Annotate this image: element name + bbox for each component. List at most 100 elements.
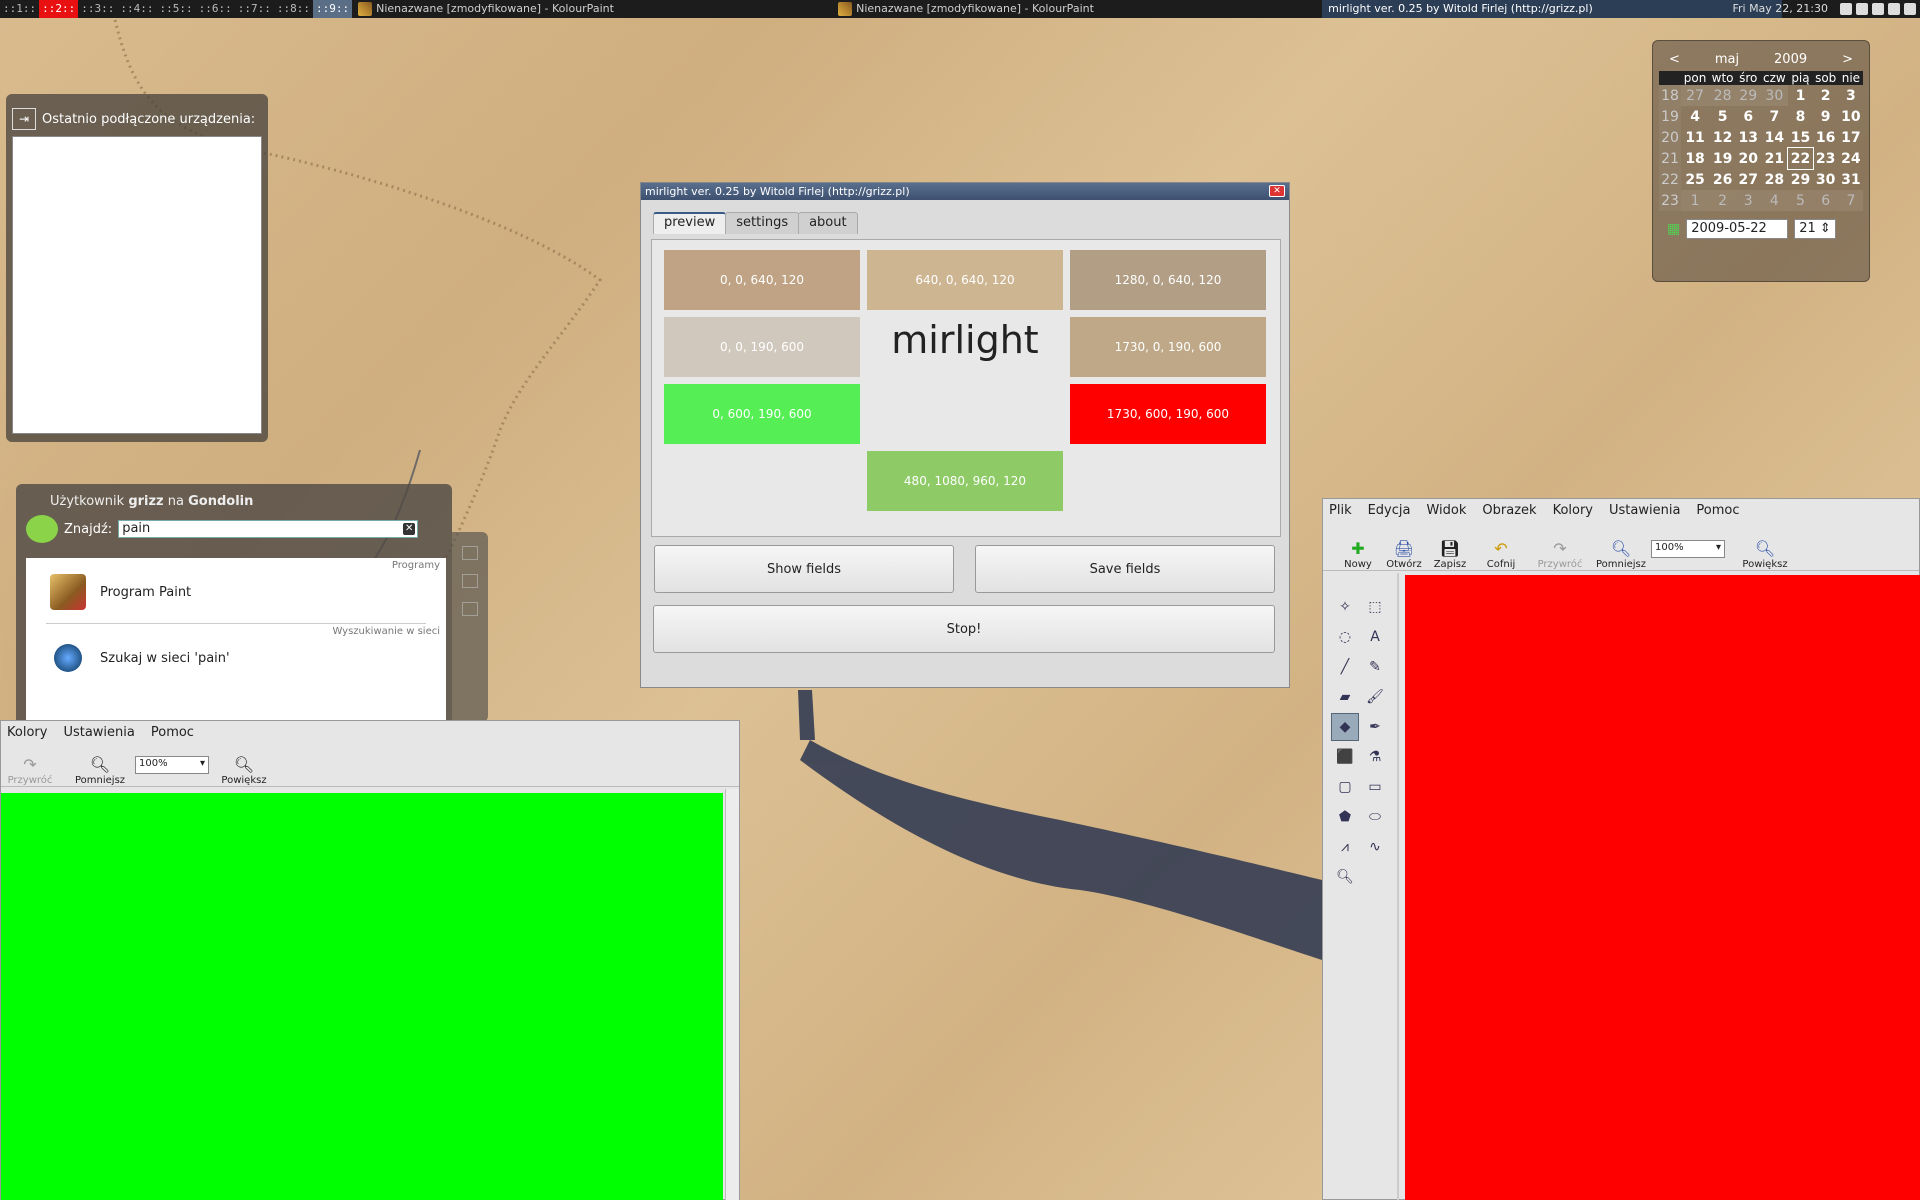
ellipse-select-icon[interactable]: ◌ — [1331, 623, 1359, 651]
clock[interactable]: Fri May 22, 21:30 — [1732, 0, 1828, 18]
polyline-icon[interactable]: ⩘ — [1331, 833, 1359, 861]
calendar-day[interactable]: 3 — [1839, 85, 1863, 106]
calendar-day[interactable]: 31 — [1839, 169, 1863, 190]
calendar-day[interactable]: 10 — [1839, 106, 1863, 127]
open-button[interactable]: 🖨︎ Otwórz — [1381, 537, 1427, 571]
text-icon[interactable]: A — [1361, 623, 1389, 651]
tray-monitor-icon[interactable] — [1840, 3, 1852, 15]
rounded-rect-icon[interactable]: ▢ — [1331, 773, 1359, 801]
calendar-day[interactable]: 24 — [1839, 148, 1863, 169]
rectangle-icon[interactable]: ▭ — [1361, 773, 1389, 801]
calendar-day[interactable]: 2 — [1813, 85, 1839, 106]
workspace-1[interactable]: ::1:: — [0, 0, 39, 18]
calendar-day[interactable]: 4 — [1681, 106, 1709, 127]
zoom-icon[interactable]: 🔍︎ — [1331, 863, 1359, 891]
drawing-canvas[interactable] — [1405, 575, 1920, 1200]
calendar-day[interactable]: 21 — [1760, 148, 1788, 169]
eraser-icon[interactable]: ▰ — [1331, 683, 1359, 711]
month-label[interactable]: maj — [1715, 52, 1739, 67]
calendar-day[interactable]: 29 — [1788, 169, 1812, 190]
curve-icon[interactable]: ∿ — [1361, 833, 1389, 861]
stop-button[interactable]: Stop! — [653, 605, 1275, 653]
calendar-day[interactable]: 17 — [1839, 127, 1863, 148]
clear-icon[interactable]: ✕ — [403, 523, 416, 535]
save-button[interactable]: 💾︎ Zapisz — [1427, 537, 1473, 571]
polygon-icon[interactable]: ⬟ — [1331, 803, 1359, 831]
tab-preview[interactable]: preview — [653, 212, 727, 234]
calendar-day[interactable]: 14 — [1760, 127, 1788, 148]
calendar-day[interactable]: 8 — [1788, 106, 1812, 127]
workspace-7[interactable]: ::7:: — [235, 0, 274, 18]
zoom-out-button[interactable]: 🔍︎ Pomniejsz — [75, 753, 125, 787]
calendar-day[interactable]: 3 — [1736, 190, 1761, 211]
menu-kolory[interactable]: Kolory — [7, 725, 47, 740]
menu-plik[interactable]: Plik — [1329, 503, 1352, 518]
task-mirlight[interactable]: mirlight ver. 0.25 by Witold Firlej (htt… — [1322, 0, 1783, 18]
menu-kolory[interactable]: Kolory — [1553, 503, 1593, 518]
save-fields-button[interactable]: Save fields — [975, 545, 1275, 593]
workspace-6[interactable]: ::6:: — [196, 0, 235, 18]
drawing-canvas[interactable] — [1, 793, 723, 1200]
workspace-4[interactable]: ::4:: — [117, 0, 156, 18]
calendar-day[interactable]: 12 — [1709, 127, 1736, 148]
calendar-day[interactable]: 9 — [1813, 106, 1839, 127]
menu-pomoc[interactable]: Pomoc — [1696, 503, 1739, 518]
spraycan-icon[interactable]: ⚗ — [1361, 743, 1389, 771]
menu-ustawienia[interactable]: Ustawienia — [1609, 503, 1680, 518]
prev-month-button[interactable]: < — [1669, 52, 1680, 67]
device-list[interactable] — [12, 136, 262, 434]
result-web-search[interactable]: Szukaj w sieci 'pain' — [26, 637, 446, 679]
refresh-icon[interactable] — [462, 574, 478, 588]
ellipse-icon[interactable]: ⬭ — [1361, 803, 1389, 831]
calendar-day[interactable]: 4 — [1760, 190, 1789, 211]
tray-battery-icon[interactable] — [1872, 3, 1884, 15]
search-input[interactable]: pain ✕ — [118, 520, 419, 538]
workspace-8[interactable]: ::8:: — [274, 0, 313, 18]
tray-notes-icon[interactable] — [1904, 3, 1916, 15]
settings-wrench-icon[interactable] — [462, 602, 478, 616]
calendar-day[interactable]: 2 — [1709, 190, 1737, 211]
zoom-select[interactable]: 100% ▾ — [135, 756, 209, 774]
pencil-icon[interactable]: ✎ — [1361, 653, 1389, 681]
calendar-day[interactable]: 18 — [1681, 148, 1709, 169]
menu-ustawienia[interactable]: Ustawienia — [63, 725, 134, 740]
calendar-day[interactable]: 7 — [1760, 106, 1788, 127]
redo-button[interactable]: ↷ Przywróć — [5, 753, 55, 787]
calendar-day[interactable]: 27 — [1681, 85, 1710, 106]
calendar-day[interactable]: 29 — [1736, 85, 1761, 106]
line-icon[interactable]: ╱ — [1331, 653, 1359, 681]
date-field[interactable]: 2009-05-22 — [1686, 219, 1789, 239]
calendar-day[interactable]: 28 — [1760, 169, 1788, 190]
tab-about[interactable]: about — [798, 212, 858, 234]
calendar-day[interactable]: 5 — [1788, 190, 1813, 211]
free-form-select-icon[interactable]: ✧ — [1331, 593, 1359, 621]
calendar-day[interactable]: 23 — [1813, 148, 1839, 169]
calendar-day[interactable]: 30 — [1813, 169, 1839, 190]
tray-volume-icon[interactable] — [1856, 3, 1868, 15]
calendar-day[interactable]: 6 — [1736, 106, 1760, 127]
calendar-day[interactable]: 20 — [1736, 148, 1760, 169]
brush-icon[interactable]: 🖌︎ — [1361, 683, 1389, 711]
calendar-day[interactable]: 16 — [1813, 127, 1839, 148]
calendar-day[interactable]: 25 — [1681, 169, 1709, 190]
calendar-day[interactable]: 28 — [1709, 85, 1737, 106]
calendar-day[interactable]: 5 — [1709, 106, 1736, 127]
menu-obrazek[interactable]: Obrazek — [1482, 503, 1536, 518]
workspace-5[interactable]: ::5:: — [157, 0, 196, 18]
close-icon[interactable]: ✕ — [1269, 185, 1285, 197]
year-label[interactable]: 2009 — [1774, 52, 1807, 67]
undo-button[interactable]: ↶ Cofnij — [1473, 537, 1529, 571]
week-spinbox[interactable]: 21 ⇕ — [1794, 219, 1837, 239]
redo-button[interactable]: ↷ Przywróć — [1529, 537, 1591, 571]
task-manager-icon[interactable] — [462, 546, 478, 560]
calendar-day[interactable]: 6 — [1812, 190, 1839, 211]
calendar-day[interactable]: 19 — [1709, 148, 1736, 169]
rect-select-icon[interactable]: ⬚ — [1361, 593, 1389, 621]
workspace-3[interactable]: ::3:: — [78, 0, 117, 18]
krunner-face-icon[interactable] — [26, 515, 58, 543]
workspace-9[interactable]: ::9:: — [313, 0, 353, 18]
menu-pomoc[interactable]: Pomoc — [151, 725, 194, 740]
color-picker-icon[interactable]: ✒ — [1361, 713, 1389, 741]
calendar-day[interactable]: 7 — [1838, 190, 1863, 211]
task-kolourpaint-1[interactable]: Nienazwane [zmodyfikowane] - KolourPaint — [352, 0, 832, 18]
